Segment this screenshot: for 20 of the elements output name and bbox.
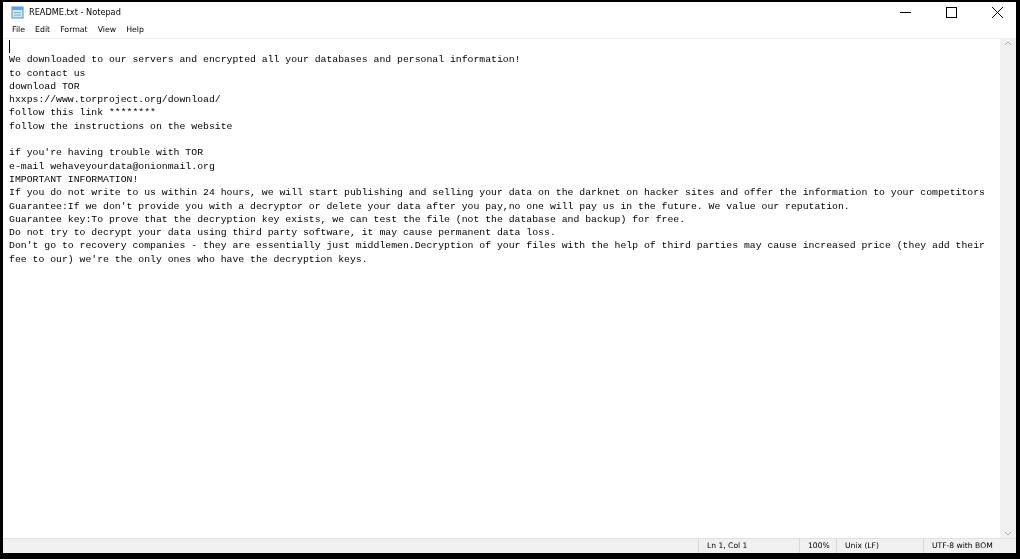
text-line: Do not try to decrypt your data using third party software, it may cause permanent data loss. [9,227,556,239]
text-line: Don't go to recovery companies - they are essentially just middlemen.Decryption of your files with the help of third parties may cause increased price (they add their [9,240,985,252]
window-title: README.txt - Notepad [29,5,121,19]
text-line: download TOR [9,80,80,92]
text-line: We downloaded to our servers and encrypted all your databases and personal information! [9,54,521,66]
text-line: Guarantee:If we don't provide you with a decryptor or delete your data after you pay,no one will pay us in the future. We value our reputation. [9,200,850,212]
text-line: to contact us [9,67,86,79]
text-line: fee to our) we're the only ones who have the decryption keys. [9,253,368,265]
vertical-scrollbar[interactable] [1000,39,1016,538]
notepad-icon [11,5,24,19]
text-line: hxxps://www.torproject.org/download/ [9,94,221,106]
text-line: Guarantee key:To prove that the decryption key exists, we can test the file (not the database and backup) for free. [9,213,686,225]
text-line: If you do not write to us within 24 hours, we will start publishing and selling your data on the darknet on hacker sites and offer the information to your competitors [9,187,985,199]
text-line: follow the instructions on the website [9,120,233,132]
text-line: e-mail wehaveyourdata@onionmail.org [9,160,215,172]
text-line: if you're having trouble with TOR [9,147,203,159]
text-line: IMPORTANT INFORMATION! [9,173,139,185]
text-line: follow this link ******** [9,107,156,119]
maximize-icon [945,6,957,18]
close-icon [991,6,1003,18]
